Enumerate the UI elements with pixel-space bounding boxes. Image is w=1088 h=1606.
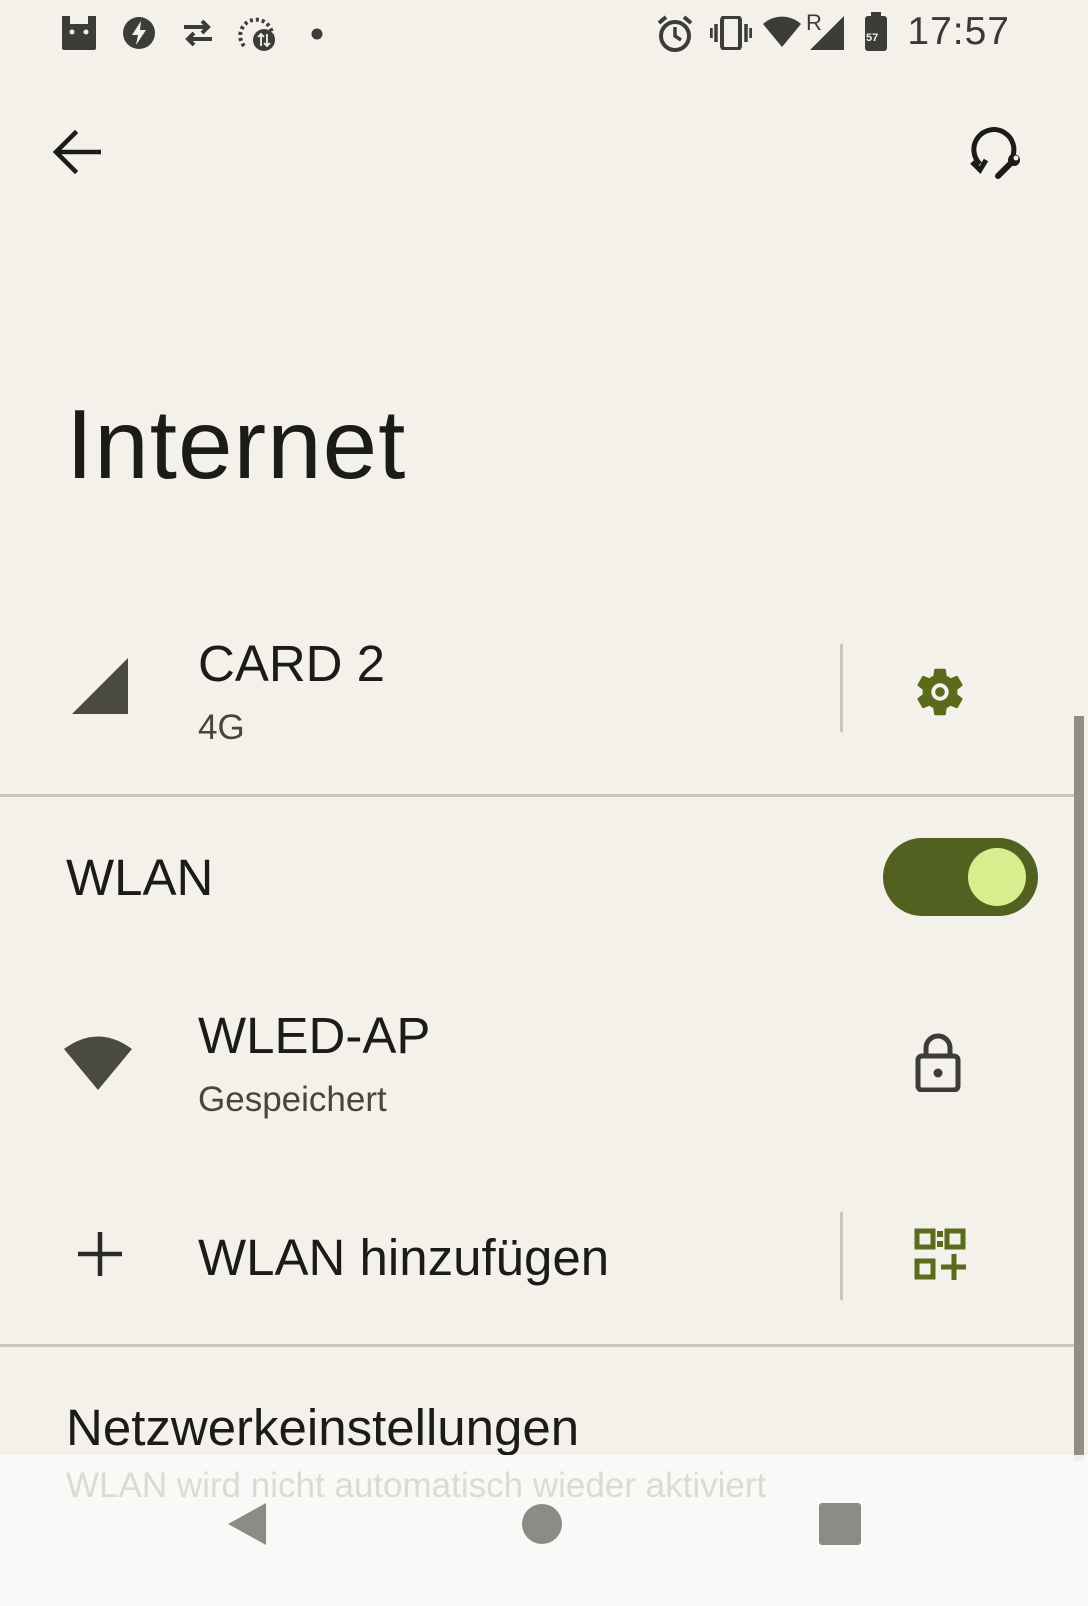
wlan-label: WLAN [66,849,214,906]
wifi-icon [64,1034,132,1095]
section-divider [0,794,1078,797]
sync-status-icon [238,14,278,59]
flash-icon [122,16,156,55]
mobile-settings-button[interactable] [898,652,982,736]
network-settings-row[interactable]: Netzwerkeinstellungen [0,1370,1078,1460]
add-row-divider [840,1212,843,1300]
status-bar: R 57 17:57 [0,0,1088,72]
section-divider [0,1344,1078,1347]
cellular-signal-icon [810,16,844,55]
wifi-network-status: Gespeichert [198,1080,387,1119]
add-network-label: WLAN hinzufügen [198,1229,610,1286]
network-reset-button[interactable] [960,118,1032,190]
dot-icon [311,27,323,45]
scrollbar[interactable] [1074,716,1084,1461]
alarm-icon [656,14,694,59]
wifi-network-row[interactable]: WLED-AP Gespeichert [0,990,1078,1140]
status-time: 17:57 [907,10,1010,53]
android-debug-icon [60,14,98,57]
arrow-back-icon [51,129,102,180]
toggle-thumb [968,848,1026,906]
data-transfer-icon [182,18,214,53]
wlan-toggle-switch[interactable] [883,838,1038,916]
qr-code-add-icon [914,1228,966,1285]
back-button[interactable] [40,118,112,190]
network-reset-icon [968,124,1024,185]
mobile-network-name: CARD 2 [198,635,386,692]
qr-scan-button[interactable] [898,1214,982,1298]
battery-level: 57 [866,32,879,44]
nav-back-button[interactable] [216,1494,280,1558]
nav-back-icon [226,1501,270,1552]
nav-recents-button[interactable] [808,1494,872,1558]
plus-icon [76,1230,124,1283]
wifi-network-name: WLED-AP [198,1007,431,1064]
network-settings-subtitle: WLAN wird nicht automatisch wieder aktiv… [66,1466,767,1505]
mobile-row-divider [840,644,843,732]
nav-home-button[interactable] [510,1494,574,1558]
network-settings-title: Netzwerkeinstellungen [66,1399,580,1456]
nav-home-icon [521,1503,563,1550]
nav-recents-icon [818,1502,862,1551]
page-title: Internet [66,389,407,499]
gear-icon [911,663,969,726]
lock-icon [914,1032,962,1097]
vibrate-icon [709,15,753,55]
wifi-icon [762,16,802,53]
cellular-signal-icon [72,658,128,719]
mobile-network-type: 4G [198,708,245,747]
